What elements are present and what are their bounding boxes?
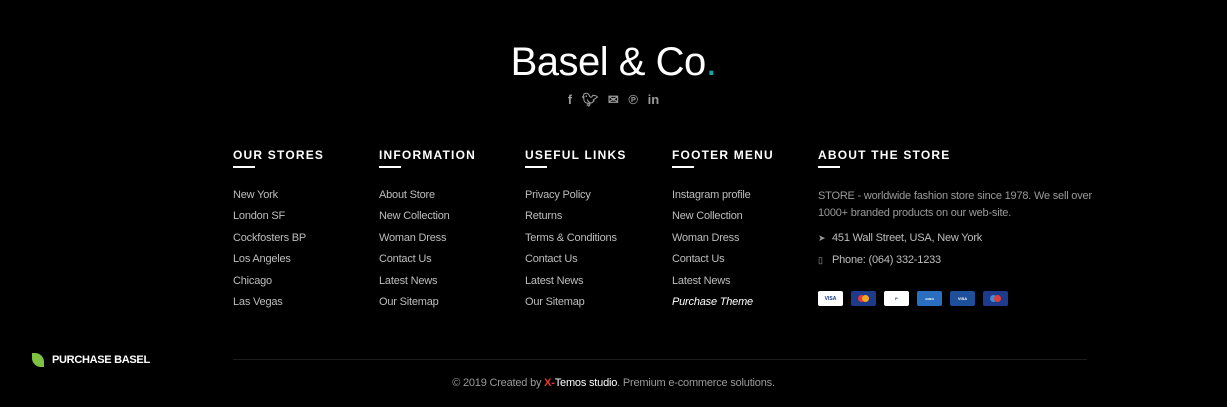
- footer-link[interactable]: Contact Us: [672, 252, 774, 273]
- footer-link[interactable]: New Collection: [672, 209, 774, 230]
- mastercard-icon: [851, 291, 876, 306]
- footer-link[interactable]: New Collection: [379, 209, 476, 230]
- visa-icon: VISA: [818, 291, 843, 306]
- footer-column-footer-menu: FOOTER MENU Instagram profile New Collec…: [672, 148, 774, 316]
- envato-leaf-icon: [32, 353, 44, 367]
- footer-link[interactable]: Los Angeles: [233, 252, 324, 273]
- xtemos-mark[interactable]: X-: [544, 377, 555, 389]
- footer-link[interactable]: Woman Dress: [379, 231, 476, 252]
- footer-link[interactable]: London SF: [233, 209, 324, 230]
- facebook-icon[interactable]: f: [568, 92, 572, 107]
- amex-icon: AMEX: [917, 291, 942, 306]
- footer-link[interactable]: Terms & Conditions: [525, 231, 627, 252]
- linkedin-icon[interactable]: in: [648, 92, 660, 107]
- footer-column-information: INFORMATION About Store New Collection W…: [379, 148, 476, 316]
- purchase-basel-button[interactable]: PURCHASE BASEL: [32, 353, 150, 367]
- footer-link[interactable]: Chicago: [233, 274, 324, 295]
- footer-column-our-stores: OUR STORES New York London SF Cockfoster…: [233, 148, 324, 316]
- xtemos-link[interactable]: Temos studio: [555, 377, 618, 389]
- logo-text: Basel & Co: [510, 40, 707, 84]
- footer-link[interactable]: About Store: [379, 188, 476, 209]
- site-logo[interactable]: Basel & Co.: [0, 40, 1227, 85]
- footer-column-about: ABOUT THE STORE STORE - worldwide fashio…: [818, 148, 1093, 266]
- footer-link[interactable]: New York: [233, 188, 324, 209]
- visa-electron-icon: VISA: [950, 291, 975, 306]
- footer-link[interactable]: Privacy Policy: [525, 188, 627, 209]
- footer-divider: [233, 359, 1087, 360]
- email-icon[interactable]: ✉: [608, 92, 619, 108]
- column-title: FOOTER MENU: [672, 148, 774, 174]
- purchase-label: PURCHASE BASEL: [52, 354, 150, 366]
- phone-row: ▯ Phone: (064) 332-1233: [818, 254, 1093, 266]
- twitter-icon[interactable]: 🐦︎: [582, 92, 599, 108]
- maestro-icon: [983, 291, 1008, 306]
- footer-link[interactable]: Las Vegas: [233, 295, 324, 316]
- location-arrow-icon: ➤: [818, 233, 826, 243]
- paypal-icon: P: [884, 291, 909, 306]
- pinterest-icon[interactable]: ℗: [628, 92, 638, 107]
- footer-link[interactable]: Latest News: [525, 274, 627, 295]
- footer-link[interactable]: Instagram profile: [672, 188, 774, 209]
- column-title: INFORMATION: [379, 148, 476, 174]
- social-links: f 🐦︎ ✉ ℗ in: [0, 92, 1227, 108]
- payment-methods: VISA P AMEX VISA: [818, 291, 1008, 306]
- footer-link[interactable]: Latest News: [379, 274, 476, 295]
- column-title: OUR STORES: [233, 148, 324, 174]
- logo-dot: .: [705, 40, 717, 84]
- footer-link[interactable]: Woman Dress: [672, 231, 774, 252]
- phone-text: Phone: (064) 332-1233: [832, 254, 941, 266]
- address-row: ➤ 451 Wall Street, USA, New York: [818, 232, 1093, 244]
- footer-link[interactable]: Returns: [525, 209, 627, 230]
- column-title: ABOUT THE STORE: [818, 148, 1093, 174]
- purchase-theme-link[interactable]: Purchase Theme: [672, 295, 774, 316]
- about-text: STORE - worldwide fashion store since 19…: [818, 190, 1092, 219]
- footer-link[interactable]: Latest News: [672, 274, 774, 295]
- footer-column-useful-links: USEFUL LINKS Privacy Policy Returns Term…: [525, 148, 627, 316]
- footer-link[interactable]: Our Sitemap: [379, 295, 476, 316]
- footer-link[interactable]: Contact Us: [525, 252, 627, 273]
- footer-link[interactable]: Contact Us: [379, 252, 476, 273]
- copyright: © 2019 Created by X-Temos studio. Premiu…: [452, 377, 775, 389]
- footer-link[interactable]: Our Sitemap: [525, 295, 627, 316]
- address-text: 451 Wall Street, USA, New York: [832, 232, 983, 244]
- footer-link[interactable]: Cockfosters BP: [233, 231, 324, 252]
- column-title: USEFUL LINKS: [525, 148, 627, 174]
- mobile-phone-icon: ▯: [818, 255, 823, 265]
